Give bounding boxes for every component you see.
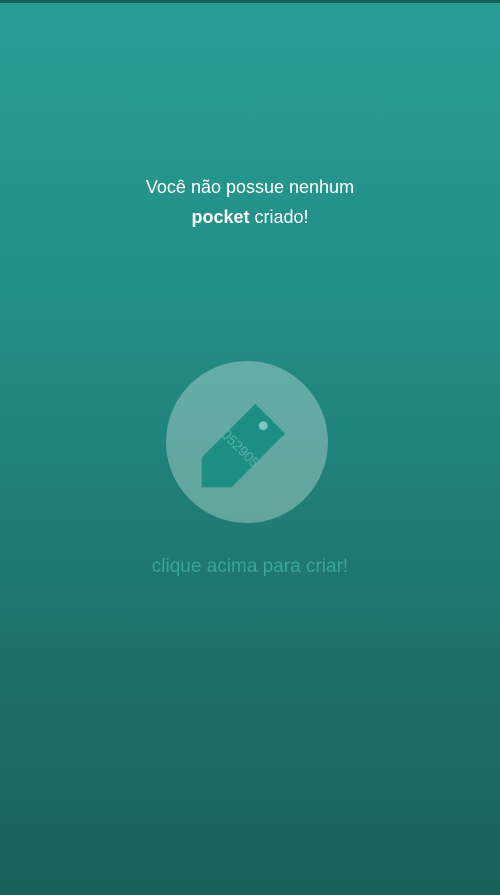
message-line-2: pocket criado! [0,202,500,232]
message-rest: criado! [249,207,309,227]
message-bold-word: pocket [191,207,250,227]
create-pocket-button[interactable]: 052905 [166,361,328,523]
empty-state-message: Você não possue nenhum pocket criado! [0,172,500,232]
create-hint: clique acima para criar! [151,556,349,577]
message-line-1: Você não possue nenhum [145,177,355,197]
price-tag-icon: 052905 [201,403,286,488]
top-strip [0,0,500,3]
